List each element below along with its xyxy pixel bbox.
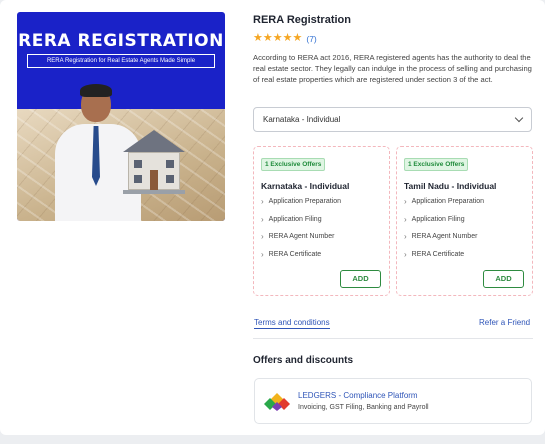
promo-title: LEDGERS - Compliance Platform [298, 391, 418, 400]
chevron-right-icon: › [404, 249, 407, 259]
star-icon: ★ [262, 32, 273, 44]
offer-card-karnataka[interactable]: 1 Exclusive Offers Karnataka - Individua… [253, 146, 390, 296]
feature-item: › Application Filing [404, 214, 465, 224]
chevron-right-icon: › [404, 214, 407, 224]
offer-badge: 1 Exclusive Offers [261, 158, 326, 171]
chevron-right-icon: › [261, 249, 264, 259]
feature-item: › Application Preparation [261, 197, 342, 206]
terms-link[interactable]: Terms and conditions [254, 318, 330, 329]
hero-subtitle: RERA Registration for Real Estate Agents… [27, 54, 215, 68]
rating-count-link[interactable]: (7) [306, 34, 316, 44]
offers-heading: Offers and discounts [253, 355, 354, 366]
feature-list: › Application Preparation › Application Fi… [261, 198, 341, 268]
feature-item: › Application Preparation [404, 197, 485, 206]
product-description: According to RERA act 2016, RERA registe… [253, 53, 532, 84]
feature-item: › RERA Agent Number [261, 232, 335, 241]
feature-item: › Application Filing [261, 214, 322, 224]
chevron-right-icon: › [404, 197, 407, 206]
chevron-right-icon: › [404, 232, 407, 241]
state-select-value: Karnataka - Individual [263, 115, 341, 124]
feature-item: › RERA Certificate [261, 249, 322, 259]
house-icon [123, 130, 185, 194]
chevron-right-icon: › [261, 197, 264, 206]
hero-title: RERA REGISTRATION [18, 31, 224, 51]
refer-friend-link[interactable]: Refer a Friend [479, 318, 530, 327]
promo-card[interactable]: LEDGERS - Compliance Platform Invoicing,… [254, 378, 532, 424]
product-image: RERA REGISTRATION RERA Registration for … [17, 12, 225, 221]
promo-subtitle: Invoicing, GST Filing, Banking and Payro… [298, 404, 429, 411]
add-button[interactable]: ADD [340, 270, 381, 288]
divider [253, 338, 533, 339]
add-button[interactable]: ADD [483, 270, 524, 288]
offer-badge: 1 Exclusive Offers [404, 158, 469, 171]
chevron-right-icon: › [261, 232, 264, 241]
star-icon: ★ [282, 32, 293, 44]
star-icon: ★ [253, 32, 263, 44]
star-icon: ★ [272, 32, 283, 44]
feature-item: › RERA Certificate [404, 249, 465, 259]
star-icon: ★ [292, 32, 303, 44]
state-select[interactable]: Karnataka - Individual [253, 107, 532, 132]
feature-item: › RERA Agent Number [404, 232, 478, 241]
product-card: RERA REGISTRATION RERA Registration for … [0, 0, 545, 435]
chevron-right-icon: › [261, 214, 264, 224]
chevron-down-icon [514, 113, 524, 123]
ledgers-logo-icon [264, 393, 290, 411]
offer-card-tamil-nadu[interactable]: 1 Exclusive Offers Tamil Nadu - Individu… [396, 146, 533, 296]
rating: ★ ★ ★ ★ ★ (7) [253, 33, 317, 44]
feature-list: › Application Preparation › Application Fi… [404, 198, 484, 268]
offer-title: Tamil Nadu - Individual [404, 181, 497, 191]
offer-title: Karnataka - Individual [261, 181, 350, 191]
product-title: RERA Registration [253, 14, 351, 26]
